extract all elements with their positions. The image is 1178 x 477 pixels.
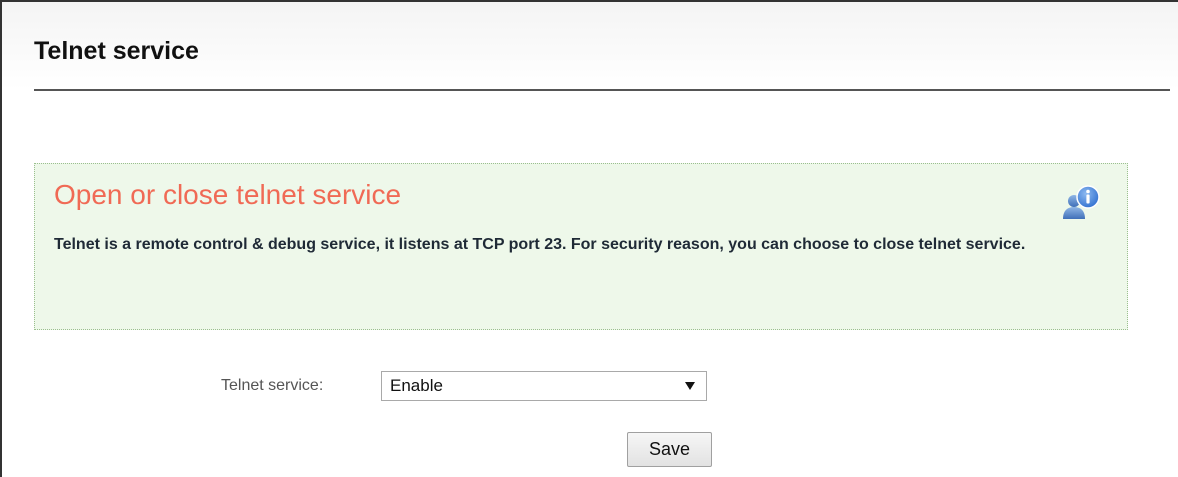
title-divider <box>34 89 1170 91</box>
telnet-service-selected-value: Enable <box>390 376 443 395</box>
page-title: Telnet service <box>34 37 199 65</box>
info-heading: Open or close telnet service <box>54 179 402 210</box>
telnet-service-select[interactable]: Enable <box>381 371 707 401</box>
info-description: Telnet is a remote control & debug servi… <box>54 236 1026 253</box>
save-button[interactable]: Save <box>627 432 712 467</box>
user-info-icon <box>1063 185 1100 219</box>
telnet-service-label: Telnet service: <box>221 377 324 394</box>
dropdown-arrow-icon <box>685 382 695 390</box>
info-panel: Open or close telnet service Telnet is a… <box>34 163 1128 330</box>
